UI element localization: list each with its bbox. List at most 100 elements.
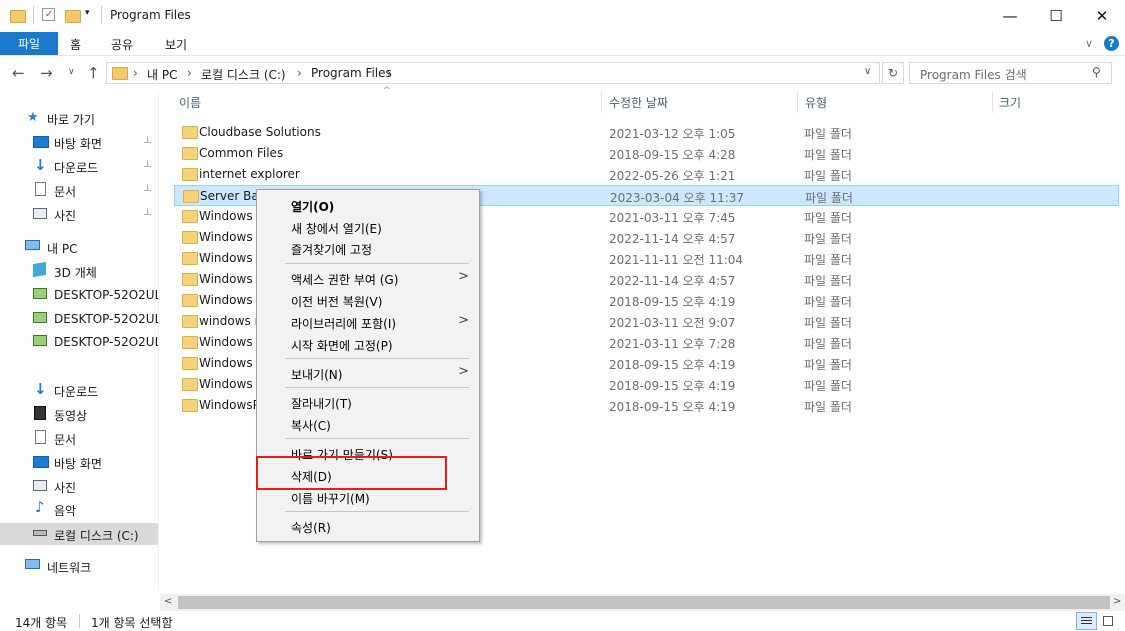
nav-label: DESKTOP-52O2ULC: [54, 312, 158, 326]
nav-documents[interactable]: 문서 ⊥: [0, 179, 158, 201]
menu-item-pin-quick-access[interactable]: 즐겨찾기에 고정: [291, 241, 372, 258]
nav-label: 동영상: [54, 409, 88, 423]
nav-documents-pc[interactable]: 문서: [0, 427, 158, 449]
tab-home[interactable]: 홈: [70, 36, 81, 53]
menu-item-include-library[interactable]: 라이브러리에 포함(I): [291, 315, 396, 332]
file-date: 2021-03-12 오후 1:05: [609, 127, 736, 141]
address-bar[interactable]: › 내 PC › 로컬 디스크 (C:) › Program Files › ∨: [106, 62, 880, 84]
nav-local-disk[interactable]: 로컬 디스크 (C:): [0, 523, 158, 545]
help-icon[interactable]: ?: [1104, 36, 1119, 51]
back-arrow-icon[interactable]: ←: [12, 64, 25, 82]
minimize-button[interactable]: —: [987, 0, 1033, 32]
chevron-down-icon[interactable]: ∨: [1085, 37, 1093, 50]
network-drive-icon: [33, 312, 47, 323]
nav-quick-access[interactable]: ★ 바로 가기: [0, 107, 158, 129]
file-date: 2022-11-14 오후 4:57: [609, 274, 736, 288]
folder-icon: [182, 357, 198, 370]
menu-item-cut[interactable]: 잘라내기(T): [291, 395, 352, 412]
nav-downloads-pc[interactable]: ↓ 다운로드: [0, 379, 158, 401]
menu-item-copy[interactable]: 복사(C): [291, 417, 331, 434]
folder-icon: [182, 147, 198, 160]
file-type: 파일 폴더: [804, 358, 852, 372]
large-icons-view-icon[interactable]: [1101, 614, 1115, 628]
column-header-name[interactable]: 이름: [179, 94, 201, 111]
menu-item-open-new-window[interactable]: 새 창에서 열기(E): [291, 220, 382, 237]
search-icon[interactable]: ⚲: [1092, 65, 1101, 79]
recent-locations-icon[interactable]: ∨: [68, 67, 75, 77]
file-row[interactable]: Common Files 2018-09-15 오후 4:28 파일 폴더: [174, 143, 1119, 164]
nav-label: DESKTOP-52O2ULC: [54, 288, 158, 302]
column-divider[interactable]: [601, 91, 602, 113]
nav-desktop[interactable]: 바탕 화면 ⊥: [0, 131, 158, 153]
chevron-right-icon[interactable]: ›: [297, 66, 302, 80]
column-divider[interactable]: [797, 91, 798, 113]
new-folder-icon[interactable]: [65, 10, 81, 23]
close-button[interactable]: ✕: [1079, 0, 1125, 32]
chevron-right-icon: >: [458, 364, 469, 379]
chevron-right-icon[interactable]: ›: [133, 66, 138, 80]
nav-label: 문서: [54, 185, 77, 199]
scroll-right-icon[interactable]: >: [1113, 596, 1121, 607]
forward-arrow-icon[interactable]: →: [40, 64, 53, 82]
nav-videos[interactable]: 동영상: [0, 403, 158, 425]
file-date: 2018-09-15 오후 4:19: [609, 295, 736, 309]
menu-separator: [285, 387, 469, 388]
chevron-right-icon[interactable]: ›: [387, 66, 392, 80]
nav-label: 바탕 화면: [54, 137, 102, 151]
chevron-right-icon: >: [458, 269, 469, 284]
file-row[interactable]: Cloudbase Solutions 2021-03-12 오후 1:05 파일 …: [174, 122, 1119, 143]
nav-downloads[interactable]: ↓ 다운로드 ⊥: [0, 155, 158, 177]
nav-music[interactable]: ♪ 음악: [0, 498, 158, 520]
nav-network-drive[interactable]: DESKTOP-52O2ULC: [0, 308, 158, 330]
menu-item-rename[interactable]: 이름 바꾸기(M): [291, 490, 370, 507]
nav-label: 바로 가기: [47, 113, 95, 127]
maximize-button[interactable]: ☐: [1033, 0, 1079, 32]
download-icon: ↓: [34, 380, 47, 398]
menu-item-send-to[interactable]: 보내기(N): [291, 366, 342, 383]
details-view-icon[interactable]: [1076, 612, 1097, 630]
folder-icon[interactable]: [10, 10, 26, 23]
column-header-date[interactable]: 수정한 날짜: [609, 94, 668, 111]
file-row[interactable]: internet explorer 2022-05-26 오후 1:21 파일 폴더: [174, 164, 1119, 185]
document-icon: [35, 182, 46, 196]
nav-network-drive[interactable]: DESKTOP-52O2ULC: [0, 331, 158, 353]
file-type: 파일 폴더: [804, 295, 852, 309]
breadcrumb-program-files[interactable]: Program Files: [311, 66, 392, 80]
customize-toolbar-icon[interactable]: ▾: [85, 8, 90, 18]
up-arrow-icon[interactable]: ↑: [87, 64, 100, 82]
music-icon: ♪: [35, 498, 45, 516]
pin-icon[interactable]: ⊥: [143, 135, 152, 146]
search-input[interactable]: Program Files 검색 ⚲: [909, 62, 1112, 84]
address-dropdown-icon[interactable]: ∨: [864, 66, 871, 77]
menu-item-restore-versions[interactable]: 이전 버전 복원(V): [291, 293, 382, 310]
nav-this-pc[interactable]: 내 PC: [0, 236, 158, 258]
column-header-type[interactable]: 유형: [805, 94, 827, 111]
nav-network-drive[interactable]: DESKTOP-52O2ULC: [0, 284, 158, 306]
nav-pictures[interactable]: 사진 ⊥: [0, 203, 158, 225]
tab-file[interactable]: 파일: [0, 32, 58, 55]
breadcrumb-local-disk[interactable]: 로컬 디스크 (C:): [201, 66, 286, 83]
pin-icon[interactable]: ⊥: [143, 183, 152, 194]
file-type: 파일 폴더: [804, 316, 852, 330]
column-divider[interactable]: [992, 91, 993, 113]
refresh-icon[interactable]: ↻: [882, 62, 904, 84]
column-header-size[interactable]: 크기: [999, 94, 1021, 111]
pin-icon[interactable]: ⊥: [143, 159, 152, 170]
breadcrumb-this-pc[interactable]: 내 PC: [147, 66, 177, 83]
nav-pictures-pc[interactable]: 사진: [0, 475, 158, 497]
menu-item-properties[interactable]: 속성(R): [291, 519, 331, 536]
scrollbar-thumb[interactable]: [178, 596, 1110, 609]
nav-desktop-pc[interactable]: 바탕 화면: [0, 451, 158, 473]
menu-item-open[interactable]: 열기(O): [291, 198, 334, 215]
nav-3d-objects[interactable]: 3D 개체: [0, 260, 158, 282]
file-type: 파일 폴더: [804, 379, 852, 393]
menu-item-give-access[interactable]: 액세스 권한 부여 (G): [291, 271, 398, 288]
tab-view[interactable]: 보기: [165, 36, 187, 53]
scroll-left-icon[interactable]: <: [164, 596, 172, 607]
pin-icon[interactable]: ⊥: [143, 207, 152, 218]
nav-network[interactable]: 네트워크: [0, 555, 158, 577]
menu-item-pin-start[interactable]: 시작 화면에 고정(P): [291, 337, 393, 354]
tab-share[interactable]: 공유: [111, 36, 133, 53]
properties-icon[interactable]: ✓: [42, 8, 55, 21]
chevron-right-icon[interactable]: ›: [187, 66, 192, 80]
